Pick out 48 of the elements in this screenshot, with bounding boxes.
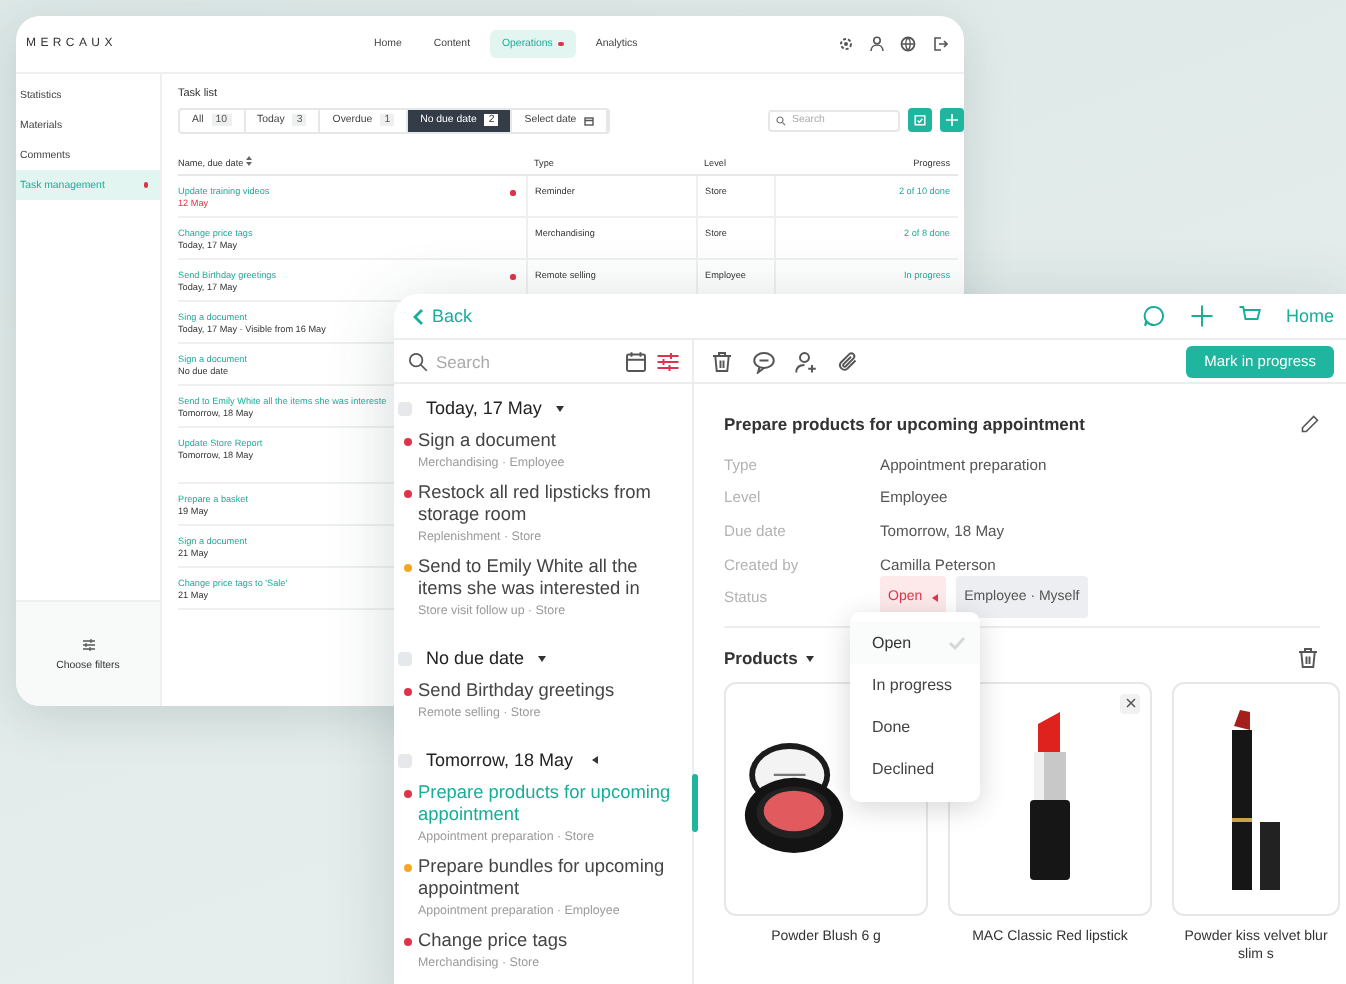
group-header[interactable]: Tomorrow, 18 May <box>426 750 574 770</box>
group-checkbox[interactable] <box>398 401 412 415</box>
menu-item[interactable]: In progress <box>850 664 980 706</box>
sort-icon[interactable] <box>245 156 252 166</box>
task-title[interactable]: Send Birthday greetings <box>418 680 672 702</box>
check-icon <box>948 636 966 650</box>
calendar-icon[interactable] <box>624 349 648 373</box>
search-icon <box>408 351 428 371</box>
group-header[interactable]: No due date <box>426 648 525 668</box>
product-card[interactable] <box>1172 681 1340 916</box>
exit-icon[interactable] <box>932 36 948 52</box>
settings-icon[interactable] <box>838 36 854 52</box>
search-icon <box>776 115 786 125</box>
chat-icon[interactable] <box>1141 304 1166 328</box>
caret-icon[interactable] <box>538 656 547 666</box>
remove-button[interactable] <box>1120 693 1140 714</box>
selection-indicator <box>692 774 698 832</box>
plus-icon <box>946 114 958 126</box>
group-checkbox[interactable] <box>398 651 412 665</box>
trash-icon[interactable] <box>1296 645 1320 670</box>
task-title: Prepare products for upcoming appointment <box>724 414 1085 434</box>
paperclip-icon[interactable] <box>836 349 860 373</box>
filter-icon <box>81 637 95 651</box>
task-title[interactable]: Send to Emily White all the items she was interested in <box>418 556 672 600</box>
trash-icon[interactable] <box>710 349 734 373</box>
calendar-check-icon <box>914 114 926 126</box>
compact-drawing <box>742 740 846 857</box>
user-add-icon[interactable] <box>794 349 818 373</box>
chevron-left-icon <box>412 307 424 325</box>
pencil-icon[interactable] <box>1300 414 1320 434</box>
plus-icon[interactable] <box>1189 304 1214 328</box>
user-icon[interactable] <box>870 36 884 52</box>
globe-icon[interactable] <box>900 36 916 52</box>
close-icon <box>1125 698 1135 709</box>
filter-icon[interactable] <box>656 349 680 373</box>
task-title[interactable]: Prepare bundles for upcoming appointment <box>418 856 672 900</box>
menu-item[interactable]: Done <box>850 706 980 748</box>
calendar-icon <box>584 115 595 125</box>
task-title[interactable]: Change price tags <box>418 930 672 952</box>
comment-icon[interactable] <box>752 349 776 373</box>
group-header[interactable]: Today, 17 May <box>426 398 542 418</box>
task-title[interactable]: Restock all red lipsticks from storage room <box>418 482 672 526</box>
task-title[interactable]: Sign a document <box>418 430 672 452</box>
products-header[interactable]: Products <box>724 647 814 668</box>
menu-item[interactable]: Open <box>850 622 980 664</box>
menu-item[interactable]: Declined <box>850 748 980 790</box>
group-checkbox[interactable] <box>398 753 412 767</box>
caret-icon[interactable] <box>555 406 564 416</box>
